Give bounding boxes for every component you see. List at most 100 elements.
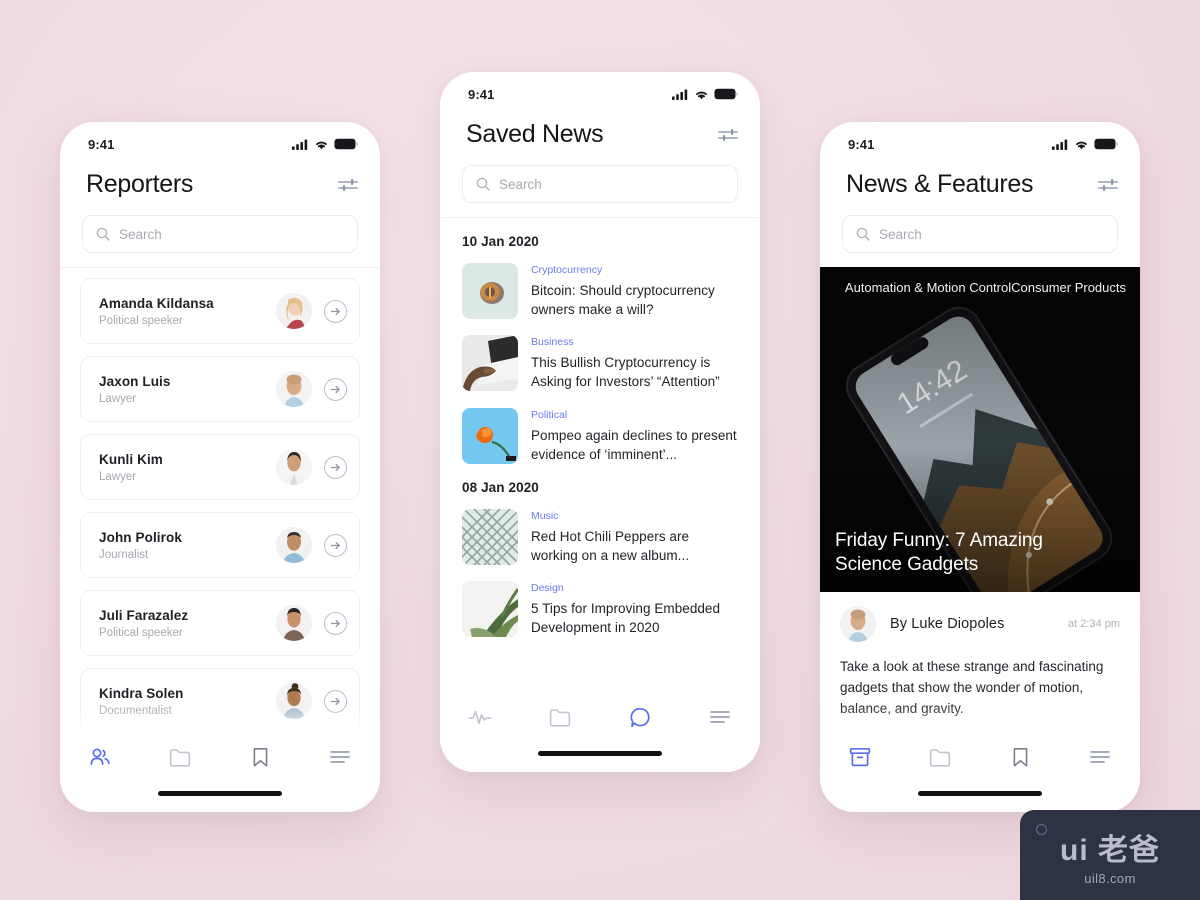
header: Saved News <box>440 106 760 149</box>
tab-menu[interactable] <box>703 702 737 732</box>
thumb-bitcoin-coin <box>462 263 518 319</box>
open-reporter-button[interactable] <box>324 689 347 713</box>
article-title: Bitcoin: Should cryptocurrency owners ma… <box>531 283 715 318</box>
tab-activity[interactable] <box>463 702 497 732</box>
status-bar: 9:41 <box>820 122 1140 156</box>
home-indicator <box>918 791 1042 796</box>
reporter-info: Jaxon Luis Lawyer <box>99 374 276 405</box>
article-category: Design <box>531 582 564 595</box>
tab-bar <box>820 726 1140 812</box>
list-item[interactable]: Kunli Kim Lawyer <box>80 434 360 500</box>
search-placeholder: Search <box>879 226 922 242</box>
author-name: By Luke Diopoles <box>890 616 1005 632</box>
article-title: Pompeo again declines to present evidenc… <box>531 427 737 462</box>
reporter-name: Kindra Solen <box>99 685 184 701</box>
search-input[interactable]: Search <box>82 215 358 253</box>
search-container: Search <box>60 199 380 267</box>
list-item[interactable]: Music Red Hot Chili Peppers are working … <box>462 508 738 565</box>
article-title: This Bullish Cryptocurrency is Asking fo… <box>531 355 720 390</box>
thumb-lattice-pattern <box>462 508 518 565</box>
open-reporter-button[interactable] <box>324 533 347 557</box>
arrow-right-icon <box>330 697 340 705</box>
article-category: Music <box>531 509 559 522</box>
tab-bookmark[interactable] <box>243 742 277 772</box>
tab-folder[interactable] <box>923 742 957 772</box>
list-item[interactable]: Business This Bullish Cryptocurrency is … <box>462 335 738 392</box>
reporter-role: Lawyer <box>99 392 137 405</box>
list-item[interactable]: Jaxon Luis Lawyer <box>80 356 360 422</box>
tab-bookmark[interactable] <box>1003 742 1037 772</box>
tab-menu[interactable] <box>1083 742 1117 772</box>
hero-article-card[interactable]: 14:42 Automation & Motion ControlConsume… <box>820 267 1140 592</box>
article-excerpt: Take a look at these strange and fascina… <box>840 659 1104 717</box>
home-indicator <box>158 791 282 796</box>
avatar <box>276 293 312 329</box>
battery-icon <box>334 138 358 150</box>
signal-icon <box>1052 139 1068 150</box>
hero-title: Friday Funny: 7 Amazing Science Gadgets <box>835 529 1043 576</box>
reporter-name: Amanda Kildansa <box>99 295 214 311</box>
tab-bar <box>440 686 760 772</box>
thumb-hand-laptop <box>462 335 518 392</box>
folder-icon <box>169 748 191 767</box>
list-item[interactable]: John Polirok Journalist <box>80 512 360 578</box>
tab-people[interactable] <box>83 742 117 772</box>
reporter-name: Jaxon Luis <box>99 373 171 389</box>
phone-reporters: 9:41 Reporters Search Amanda Kildansa Po… <box>60 122 380 812</box>
open-reporter-button[interactable] <box>324 611 347 635</box>
filter-sliders-icon[interactable] <box>1098 177 1118 193</box>
article-category: Business <box>531 336 574 349</box>
avatar <box>276 683 312 719</box>
menu-icon <box>710 711 730 723</box>
article-title: 5 Tips for Improving Embedded Developmen… <box>531 601 721 636</box>
activity-pulse-icon <box>468 710 492 724</box>
chat-bubble-icon <box>629 707 650 727</box>
open-reporter-button[interactable] <box>324 377 347 401</box>
open-reporter-button[interactable] <box>324 299 347 323</box>
watermark-url: uil8.com <box>1084 870 1136 886</box>
list-item[interactable]: Kindra Solen Documentalist <box>80 668 360 734</box>
open-reporter-button[interactable] <box>324 455 347 479</box>
status-bar-time: 9:41 <box>468 86 495 102</box>
tab-folder[interactable] <box>163 742 197 772</box>
tab-chat[interactable] <box>623 702 657 732</box>
bookmark-icon <box>253 747 267 767</box>
list-item[interactable]: Amanda Kildansa Political speeker <box>80 278 360 344</box>
signal-icon <box>672 89 688 100</box>
date-group-header: 08 Jan 2020 <box>462 479 539 495</box>
tab-bar <box>60 726 380 812</box>
arrow-right-icon <box>330 385 340 393</box>
list-item[interactable]: Cryptocurrency Bitcoin: Should cryptocur… <box>462 263 738 319</box>
avatar <box>276 449 312 485</box>
page-title: Saved News <box>466 120 604 148</box>
folder-icon <box>549 708 571 727</box>
battery-icon <box>714 88 738 100</box>
tab-archive[interactable] <box>843 742 877 772</box>
status-bar: 9:41 <box>60 122 380 156</box>
menu-icon <box>1090 751 1110 763</box>
search-icon <box>856 227 870 241</box>
wifi-icon <box>696 91 707 99</box>
filter-sliders-icon[interactable] <box>718 127 738 143</box>
list-item[interactable]: Political Pompeo again declines to prese… <box>462 407 738 464</box>
search-input[interactable]: Search <box>462 165 738 203</box>
reporter-role: Lawyer <box>99 470 137 483</box>
date-group-header: 10 Jan 2020 <box>462 234 539 249</box>
page-title: Reporters <box>86 170 194 198</box>
article-body: Design 5 Tips for Improving Embedded Dev… <box>531 581 738 637</box>
avatar <box>276 605 312 641</box>
list-item[interactable]: Design 5 Tips for Improving Embedded Dev… <box>462 581 738 638</box>
status-bar-icons <box>672 88 738 100</box>
arrow-right-icon <box>330 307 340 315</box>
people-icon <box>90 748 110 765</box>
reporter-info: Kunli Kim Lawyer <box>99 452 276 483</box>
tab-folder[interactable] <box>543 702 577 732</box>
reporter-info: Juli Farazalez Political speeker <box>99 608 276 639</box>
watermark-badge: ui 老爸 uil8.com <box>1020 810 1200 900</box>
search-input[interactable]: Search <box>842 215 1118 253</box>
status-bar: 9:41 <box>440 72 760 106</box>
filter-sliders-icon[interactable] <box>338 177 358 193</box>
list-item[interactable]: Juli Farazalez Political speeker <box>80 590 360 656</box>
hero-kicker: Automation & Motion ControlConsumer Prod… <box>844 280 1126 295</box>
tab-menu[interactable] <box>323 742 357 772</box>
